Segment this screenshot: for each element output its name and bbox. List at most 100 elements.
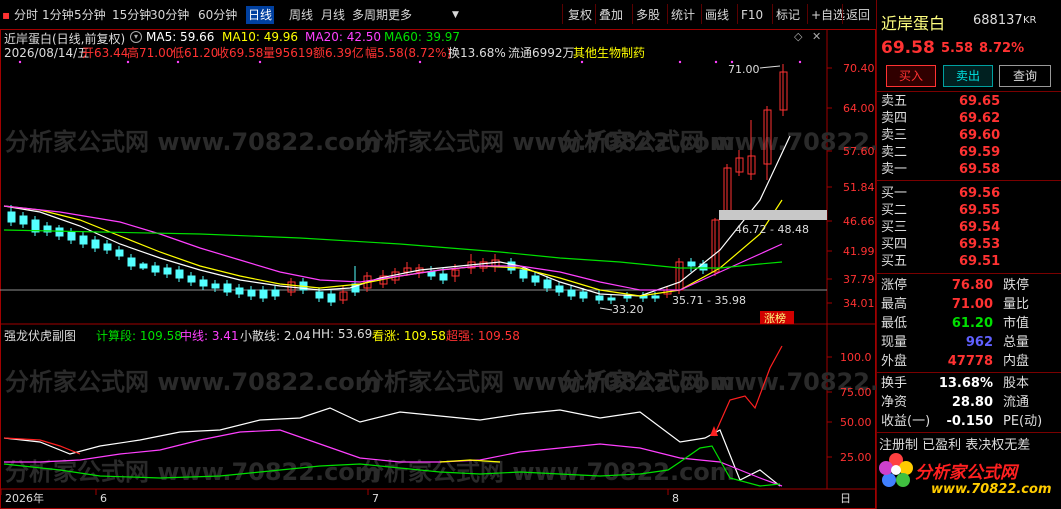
candle-body xyxy=(175,269,184,279)
ma10-line xyxy=(3,199,783,297)
candle-body xyxy=(211,283,220,289)
candle-body xyxy=(567,289,576,297)
stat-label-2: 内盘 xyxy=(1003,354,1030,369)
bid-label: 买二 xyxy=(881,203,908,218)
sub-tick-label: 50.00 xyxy=(840,416,872,429)
stat-label-2: 总量 xyxy=(1003,335,1030,350)
stat-value: 71.00 xyxy=(951,297,993,312)
kline-chart[interactable]: 分析家公式网 www.70822.com 分析家公式网 www.70822.com… xyxy=(0,0,876,509)
top-marker xyxy=(580,60,584,64)
ask-row[interactable]: 卖二 69.59 xyxy=(881,144,1057,161)
candle-body xyxy=(595,295,604,301)
stat2-row: 净资 28.80 流通 xyxy=(881,394,1057,411)
logo-url: www.70822.com xyxy=(931,482,1052,497)
candle-body xyxy=(439,273,448,281)
stat-value: 61.20 xyxy=(951,316,993,331)
low-annotation: 33.20 xyxy=(612,303,644,316)
stat2-row: 换手 13.68% 股本 xyxy=(881,375,1057,392)
sell-button[interactable]: 卖出 xyxy=(943,65,993,87)
candle-body xyxy=(247,289,256,297)
sub-tick-label: 25.00 xyxy=(840,451,872,464)
sub-tick-label: 75.00 xyxy=(840,386,872,399)
candle-body xyxy=(531,275,540,283)
top-marker xyxy=(176,60,180,64)
candle-body xyxy=(623,295,632,299)
stat-label: 最低 xyxy=(881,316,908,331)
period-corner-label: 日 xyxy=(840,492,851,505)
ask-price: 69.60 xyxy=(959,128,1001,143)
ask-price: 69.62 xyxy=(959,111,1001,126)
ask-row[interactable]: 卖五 69.65 xyxy=(881,93,1057,110)
stat2-label-2: PE(动) xyxy=(1003,414,1043,429)
subchart-title: 强龙伏虎副图 xyxy=(4,329,77,343)
stat-row: 外盘 47778 内盘 xyxy=(881,353,1057,370)
stat-label: 现量 xyxy=(881,335,908,350)
candle-body xyxy=(139,263,148,269)
subchart-up: 看涨: 109.58 xyxy=(372,329,446,343)
time-tick-label: 6 xyxy=(100,492,107,505)
candle-body xyxy=(271,289,280,297)
buy-button[interactable]: 买入 xyxy=(886,65,936,87)
top-marker xyxy=(18,60,22,64)
last-price: 69.58 xyxy=(881,38,935,58)
stat-label-2: 量比 xyxy=(1003,297,1030,312)
ask-price: 69.65 xyxy=(959,94,1001,109)
candle-body xyxy=(555,285,564,293)
candle-body xyxy=(187,275,196,283)
bid-price: 69.54 xyxy=(959,220,1001,235)
stat-label: 外盘 xyxy=(881,354,908,369)
stat-label: 涨停 xyxy=(881,278,908,293)
bid-label: 买三 xyxy=(881,220,908,235)
bid-label: 买四 xyxy=(881,237,908,252)
subchart-small: 小散线: 2.04 xyxy=(240,329,311,343)
bid-row[interactable]: 买四 69.53 xyxy=(881,236,1057,253)
top-marker xyxy=(798,60,802,64)
candle-body xyxy=(607,297,616,301)
candle-body xyxy=(67,231,76,241)
ask-row[interactable]: 卖四 69.62 xyxy=(881,110,1057,127)
subchart-mid: 中线: 3.41 xyxy=(180,329,239,343)
stat-label: 最高 xyxy=(881,297,908,312)
price-pct: 8.72% xyxy=(979,41,1025,56)
ask-row[interactable]: 卖三 69.60 xyxy=(881,127,1057,144)
price-tick-label: 70.40 xyxy=(843,62,875,75)
candle-body xyxy=(163,267,172,275)
flower-logo-icon xyxy=(879,453,913,487)
logo-area: 分析家公式网 www.70822.com xyxy=(877,450,1061,509)
sub-tick-label: 100.0 xyxy=(840,351,872,364)
stat-row: 现量 962 总量 xyxy=(881,334,1057,351)
ask-row[interactable]: 卖一 69.58 xyxy=(881,161,1057,178)
watermark-text: 分析家公式网 www.70822.com xyxy=(5,128,380,156)
stock-name: 近岸蛋白 xyxy=(881,14,946,33)
top-marker xyxy=(258,60,262,64)
bid-row[interactable]: 买五 69.51 xyxy=(881,253,1057,270)
candle-body xyxy=(91,239,100,249)
logo-text: 分析家公式网 xyxy=(915,463,1017,483)
super-line-start xyxy=(3,437,81,455)
time-tick-label: 2026年 xyxy=(5,491,44,505)
candle-body xyxy=(519,269,528,279)
subchart-hh: HH: 53.69 xyxy=(312,327,373,341)
range-annotation-high: 46.72 - 48.48 xyxy=(735,223,809,236)
stat-row: 涨停 76.80 跌停 xyxy=(881,277,1057,294)
time-tick-label: 8 xyxy=(672,492,679,505)
price-tick-label: 57.60 xyxy=(843,145,875,158)
bid-row[interactable]: 买一 69.56 xyxy=(881,185,1057,202)
watermark-text: 分析家公式网 www.70822.com xyxy=(560,128,876,156)
candle-body xyxy=(19,215,28,225)
stat2-label: 收益(一) xyxy=(881,414,931,429)
price-tick-label: 41.99 xyxy=(843,245,875,258)
candle-body xyxy=(79,235,88,245)
candle-body xyxy=(259,289,268,299)
top-marker xyxy=(678,60,682,64)
candle-body xyxy=(235,287,244,295)
candle-body xyxy=(687,261,696,267)
bid-row[interactable]: 买二 69.55 xyxy=(881,202,1057,219)
bid-row[interactable]: 买三 69.54 xyxy=(881,219,1057,236)
query-button[interactable]: 查询 xyxy=(999,65,1051,87)
subchart-super: 超强: 109.58 xyxy=(446,329,520,343)
ask-label: 卖三 xyxy=(881,128,908,143)
top-marker xyxy=(418,60,422,64)
candle-body xyxy=(55,227,64,237)
ask-label: 卖四 xyxy=(881,111,908,126)
